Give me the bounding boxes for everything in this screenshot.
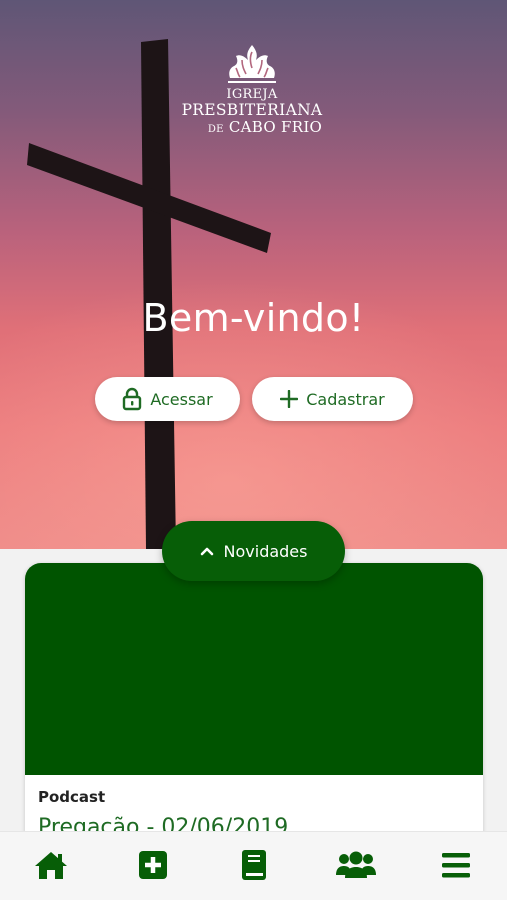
church-logo: IGREJA PRESBITERIANA DE CABO FRIO (176, 42, 328, 135)
plus-icon (280, 390, 299, 408)
lock-icon (123, 387, 142, 411)
nav-home-button[interactable] (31, 848, 71, 882)
nav-bible-button[interactable] (234, 848, 274, 882)
login-button-label: Acessar (150, 389, 213, 409)
nav-add-button[interactable] (133, 848, 173, 882)
register-button-label: Cadastrar (306, 389, 385, 409)
hero-banner: IGREJA PRESBITERIANA DE CABO FRIO Bem-vi… (0, 0, 507, 549)
login-button[interactable]: Acessar (95, 377, 240, 421)
news-toggle-button[interactable]: Novidades (162, 521, 345, 581)
home-icon (35, 852, 67, 879)
news-toggle-label: Novidades (223, 541, 308, 561)
register-button[interactable]: Cadastrar (252, 377, 413, 421)
nav-menu-button[interactable] (436, 848, 476, 882)
nav-community-button[interactable] (336, 848, 376, 882)
burning-bush-icon (228, 45, 276, 83)
news-card-image (25, 563, 483, 775)
menu-icon (442, 853, 470, 878)
chevron-up-icon (200, 547, 213, 556)
book-icon (242, 850, 266, 880)
news-card[interactable]: Podcast Pregação - 02/06/2019 (25, 563, 483, 863)
logo-line-2: PRESBITERIANA (181, 101, 323, 119)
logo-line-3-text: CABO FRIO (228, 117, 323, 136)
logo-line-3-prefix: DE (207, 123, 224, 135)
plus-square-icon (139, 851, 167, 879)
bottom-navigation (0, 831, 507, 900)
logo-line-1: IGREJA (226, 87, 278, 102)
users-icon (336, 851, 376, 878)
logo-line-3: DE CABO FRIO (176, 117, 328, 136)
welcome-heading: Bem-vindo! (142, 296, 365, 340)
news-card-category: Podcast (38, 788, 106, 806)
